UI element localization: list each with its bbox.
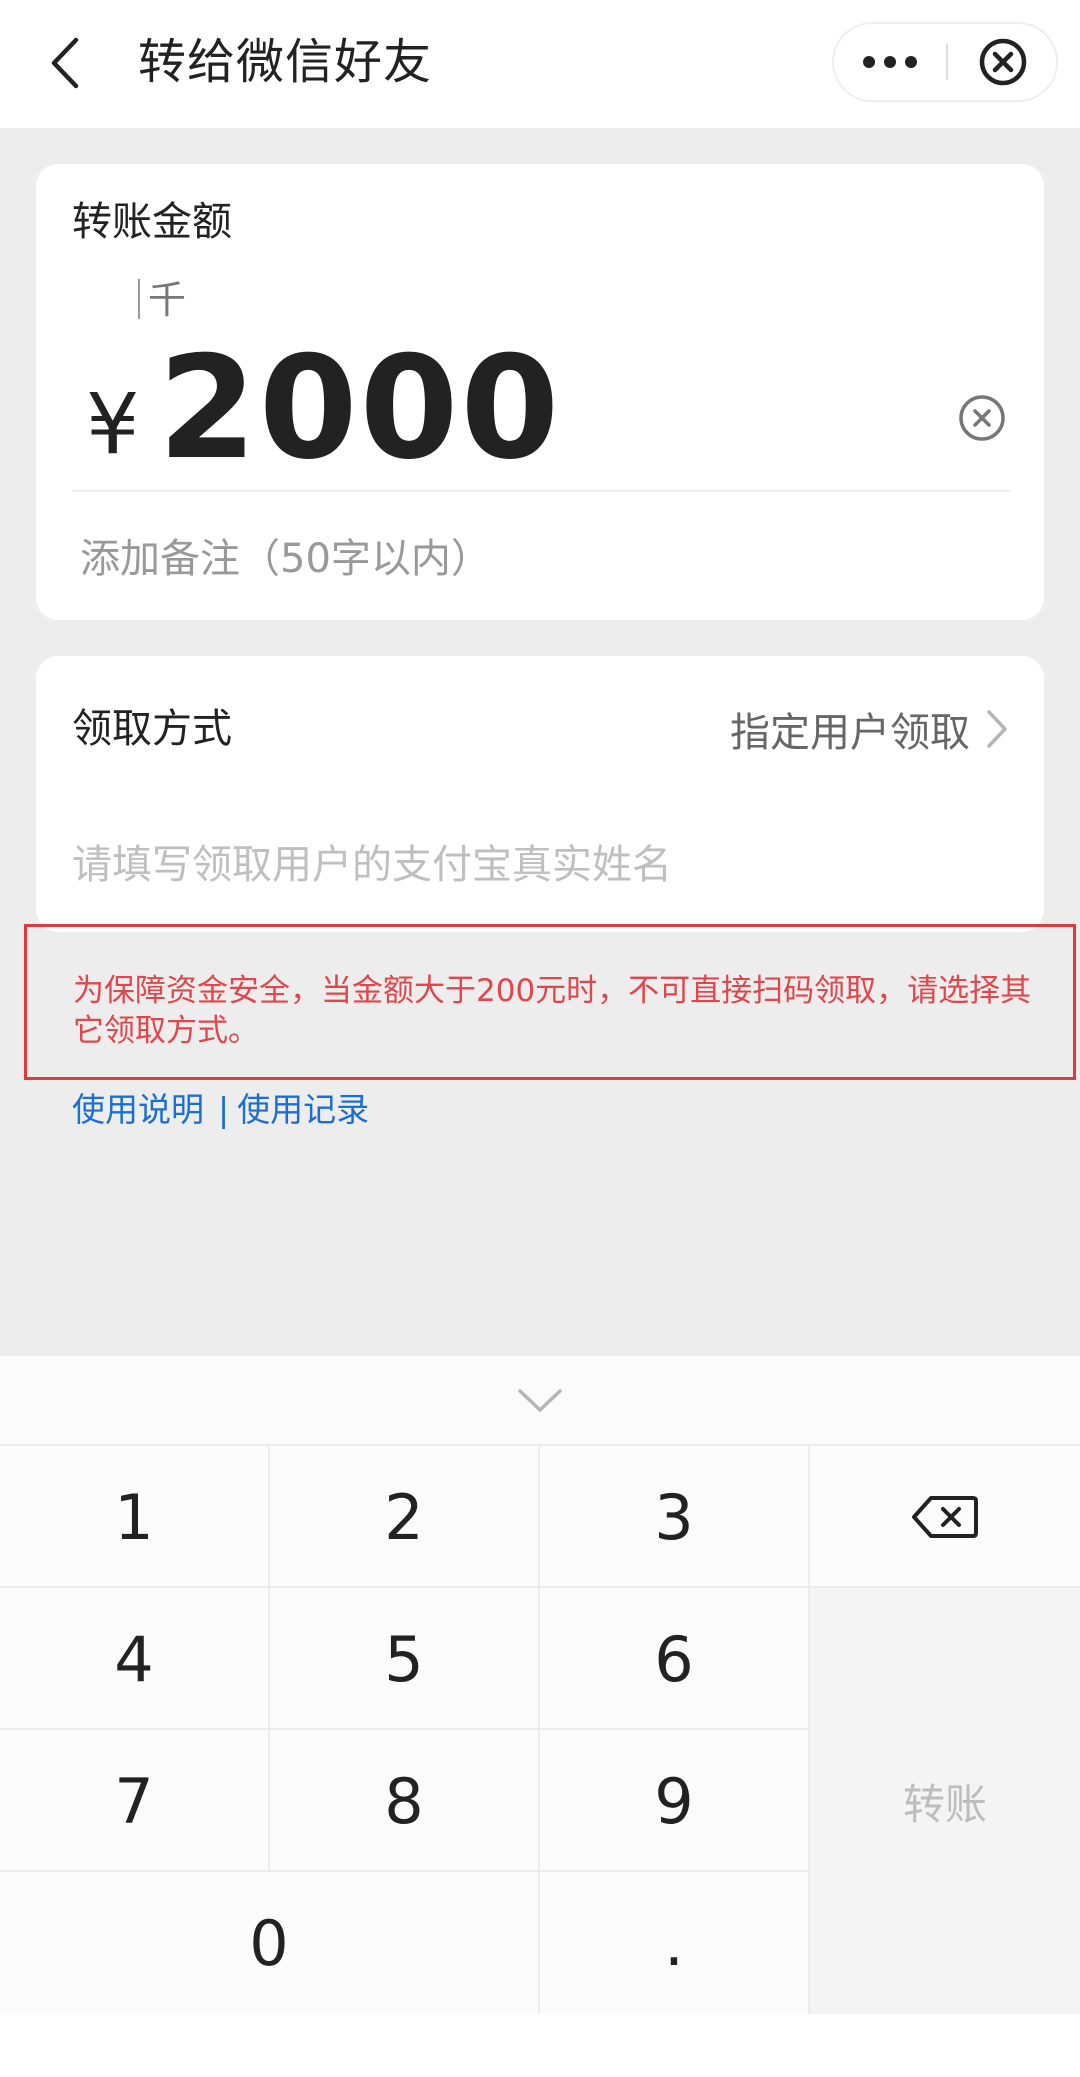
unit-hint-text: 千	[148, 278, 187, 322]
keyboard-bottom-bar	[0, 2014, 1080, 2077]
key-5[interactable]: 5	[270, 1586, 540, 1730]
key-4[interactable]: 4	[0, 1586, 270, 1730]
key-9[interactable]: 9	[540, 1728, 810, 1872]
clear-amount-button[interactable]	[954, 390, 1010, 446]
remark-input[interactable]	[80, 524, 980, 594]
key-dot[interactable]: .	[540, 1870, 810, 2014]
key-7[interactable]: 7	[0, 1728, 270, 1872]
receive-method-selector[interactable]: 指定用户领取	[730, 694, 1008, 764]
key-8[interactable]: 8	[270, 1728, 540, 1872]
amount-card: 转账金额 千 ¥ 2000	[36, 164, 1044, 620]
key-0[interactable]: 0	[0, 1870, 540, 2014]
receive-method-card: 领取方式 指定用户领取	[36, 656, 1044, 932]
chevron-down-icon	[518, 1389, 562, 1412]
records-link[interactable]: 使用记录	[237, 1086, 369, 1134]
collapse-keyboard-button[interactable]	[500, 1376, 580, 1426]
key-1[interactable]: 1	[0, 1444, 270, 1588]
currency-symbol: ¥	[86, 375, 140, 473]
amount-divider	[72, 490, 1010, 492]
amount-input[interactable]: 2000	[158, 324, 561, 494]
help-links: 使用说明 | 使用记录	[72, 1086, 369, 1134]
recipient-name-input[interactable]	[72, 830, 1002, 900]
key-6[interactable]: 6	[540, 1586, 810, 1730]
warning-box: 为保障资金安全，当金额大于200元时，不可直接扫码领取，请选择其它领取方式。	[24, 924, 1076, 1080]
page-title: 转给微信好友	[138, 34, 433, 90]
transfer-button[interactable]: 转账	[810, 1586, 1080, 2014]
receive-method-label: 领取方式	[72, 706, 232, 752]
mini-program-capsule	[832, 22, 1058, 102]
key-2[interactable]: 2	[270, 1444, 540, 1588]
numeric-keyboard: 1 2 3 4 5 6 7 8 9 0 . 转账	[0, 1356, 1080, 2077]
back-button[interactable]	[40, 30, 90, 96]
chevron-left-icon	[51, 37, 79, 89]
amount-unit-hint: 千	[138, 272, 186, 328]
warning-text: 为保障资金安全，当金额大于200元时，不可直接扫码领取，请选择其它领取方式。	[73, 973, 1032, 1049]
receive-method-value: 指定用户领取	[730, 710, 970, 756]
close-circle-icon	[979, 38, 1027, 86]
clear-circle-icon	[959, 395, 1005, 441]
more-button[interactable]	[834, 24, 946, 100]
close-button[interactable]	[948, 24, 1058, 100]
more-dots-icon	[863, 56, 917, 68]
backspace-icon	[912, 1496, 978, 1538]
link-separator: |	[218, 1090, 230, 1129]
backspace-key[interactable]	[810, 1444, 1080, 1588]
instructions-link[interactable]: 使用说明	[72, 1086, 204, 1134]
key-3[interactable]: 3	[540, 1444, 810, 1588]
chevron-right-icon	[987, 710, 1007, 748]
input-caret	[138, 279, 140, 319]
amount-label: 转账金额	[72, 199, 232, 245]
title-bar: 转给微信好友	[0, 0, 1080, 128]
